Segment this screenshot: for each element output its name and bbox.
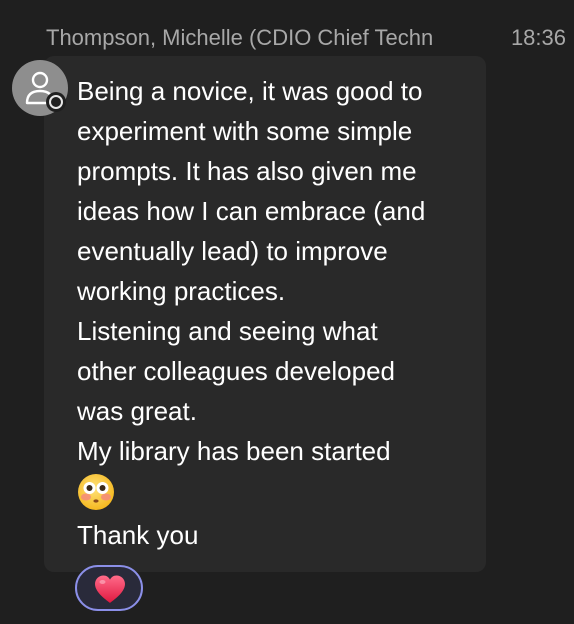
sender-name[interactable]: Thompson, Michelle (CDIO Chief Techn	[46, 22, 488, 54]
message-line: eventually lead) to improve	[77, 236, 388, 266]
message-header: Thompson, Michelle (CDIO Chief Techn 18:…	[46, 22, 566, 54]
message-body: Being a novice, it was good to experimen…	[77, 71, 477, 555]
presence-status-icon	[46, 92, 66, 112]
message-closing: Thank you	[77, 520, 199, 550]
message-line: ideas how I can embrace (and	[77, 196, 426, 226]
message-timestamp: 18:36	[510, 25, 566, 50]
message-line: was great.	[77, 396, 197, 426]
message-line: Listening and seeing what	[77, 316, 378, 346]
message-line: Being a novice, it was good to	[77, 76, 423, 106]
presence-ring	[49, 95, 63, 109]
message-line: working practices.	[77, 276, 286, 306]
message-line: My library has been started	[77, 436, 391, 466]
heart-icon	[95, 575, 125, 603]
message-bubble[interactable]: Being a novice, it was good to experimen…	[44, 56, 486, 572]
message-line: other colleagues developed	[77, 356, 396, 386]
message-line: prompts. It has also given me	[77, 156, 417, 186]
flushed-face-emoji-icon	[78, 474, 114, 510]
message-line: experiment with some simple	[77, 116, 413, 146]
emoji-line	[77, 471, 477, 515]
heart-reaction-button[interactable]	[75, 565, 143, 611]
